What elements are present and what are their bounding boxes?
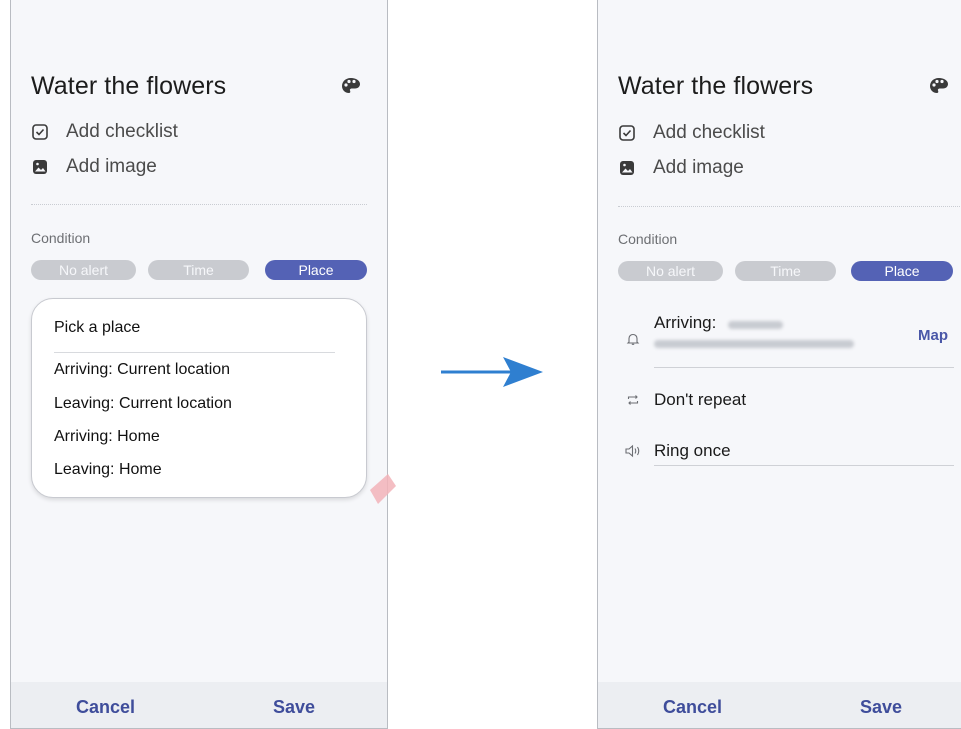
image-icon bbox=[620, 161, 634, 175]
cancel-button[interactable]: Cancel bbox=[663, 697, 722, 718]
checkbox-icon bbox=[619, 125, 635, 141]
highlight-mark bbox=[370, 474, 396, 504]
place-pill[interactable]: Place bbox=[851, 261, 953, 281]
place-option[interactable]: Leaving: Home bbox=[54, 461, 162, 479]
blurred-location-name bbox=[728, 321, 783, 329]
add-checklist-label: Add checklist bbox=[66, 121, 178, 142]
no-alert-pill[interactable]: No alert bbox=[618, 261, 723, 281]
row-divider bbox=[654, 367, 954, 368]
time-pill[interactable]: Time bbox=[735, 261, 836, 281]
popup-title: Pick a place bbox=[54, 319, 141, 336]
reminder-title[interactable]: Water the flowers bbox=[618, 72, 813, 101]
palette-icon[interactable] bbox=[340, 76, 362, 96]
add-image-row[interactable]: Add image bbox=[31, 156, 157, 178]
time-pill[interactable]: Time bbox=[148, 260, 249, 280]
no-alert-pill[interactable]: No alert bbox=[31, 260, 136, 280]
save-button[interactable]: Save bbox=[273, 697, 315, 718]
blurred-address bbox=[654, 340, 854, 348]
arriving-label: Arriving: bbox=[654, 313, 717, 332]
reminder-title[interactable]: Water the flowers bbox=[31, 72, 226, 101]
row-divider bbox=[654, 465, 954, 466]
ring-option[interactable]: Ring once bbox=[654, 441, 731, 461]
speaker-icon bbox=[625, 444, 640, 458]
right-screen: Water the flowers Add checklist Add imag… bbox=[597, 0, 961, 729]
bell-icon bbox=[626, 333, 640, 345]
add-image-row[interactable]: Add image bbox=[618, 157, 744, 179]
right-arrow-icon bbox=[441, 357, 543, 387]
condition-label: Condition bbox=[618, 231, 678, 247]
place-pill[interactable]: Place bbox=[265, 260, 367, 280]
section-divider bbox=[618, 206, 961, 207]
repeat-option[interactable]: Don't repeat bbox=[654, 390, 746, 410]
place-option[interactable]: Arriving: Home bbox=[54, 428, 160, 446]
pick-place-popup: Pick a place Arriving: Current location … bbox=[31, 298, 367, 498]
condition-label: Condition bbox=[31, 230, 91, 246]
image-icon bbox=[33, 160, 47, 174]
add-checklist-row[interactable]: Add checklist bbox=[618, 122, 765, 144]
checkbox-icon bbox=[32, 124, 48, 140]
add-checklist-row[interactable]: Add checklist bbox=[31, 121, 178, 143]
section-divider bbox=[31, 204, 367, 205]
add-checklist-label: Add checklist bbox=[653, 122, 765, 143]
left-screen: Water the flowers Add checklist Add imag… bbox=[10, 0, 388, 729]
palette-icon[interactable] bbox=[928, 76, 950, 96]
repeat-icon bbox=[627, 395, 639, 405]
save-button[interactable]: Save bbox=[860, 697, 902, 718]
place-option[interactable]: Arriving: Current location bbox=[54, 361, 230, 379]
bottom-action-bar: Cancel Save bbox=[598, 682, 961, 728]
cancel-button[interactable]: Cancel bbox=[76, 697, 135, 718]
popup-divider bbox=[54, 352, 335, 353]
add-image-label: Add image bbox=[66, 156, 157, 177]
add-image-label: Add image bbox=[653, 157, 744, 178]
map-button[interactable]: Map bbox=[918, 327, 948, 344]
place-option[interactable]: Leaving: Current location bbox=[54, 395, 232, 413]
bottom-action-bar: Cancel Save bbox=[11, 682, 387, 728]
